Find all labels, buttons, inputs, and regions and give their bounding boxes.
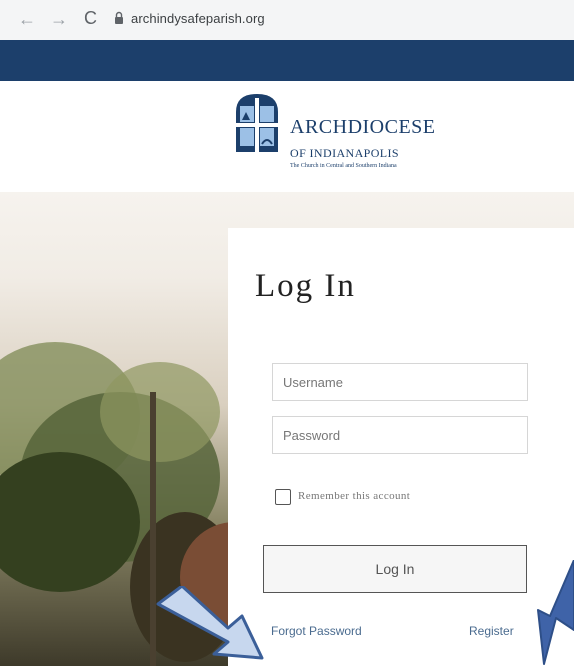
browser-toolbar: ← → C archindysafeparish.org <box>0 0 574 41</box>
logo-tagline: The Church in Central and Southern India… <box>290 163 397 169</box>
login-heading: Log In <box>255 268 356 304</box>
login-button[interactable]: Log In <box>263 545 527 593</box>
remember-checkbox[interactable] <box>275 489 291 505</box>
logo-title: ARCHDIOCESE <box>290 116 436 138</box>
logo-subtitle: OF INDIANAPOLIS <box>290 146 400 160</box>
username-input[interactable] <box>272 363 528 401</box>
password-input[interactable] <box>272 416 528 454</box>
forgot-password-link[interactable]: Forgot Password <box>271 624 362 638</box>
remember-label: Remember this account <box>298 490 411 502</box>
register-link[interactable]: Register <box>469 624 514 638</box>
forward-icon[interactable]: → <box>50 9 68 29</box>
lock-icon <box>115 11 123 24</box>
back-icon[interactable]: ← <box>18 9 36 29</box>
reload-icon[interactable]: C <box>84 8 97 29</box>
site-nav-bar <box>0 40 574 81</box>
archdiocese-logo-icon[interactable] <box>232 92 282 152</box>
arrow-pointing-forgot-password-icon <box>156 586 264 660</box>
arrow-pointing-register-icon <box>537 560 574 665</box>
site-header <box>0 81 574 192</box>
address-bar[interactable]: archindysafeparish.org <box>131 11 265 26</box>
